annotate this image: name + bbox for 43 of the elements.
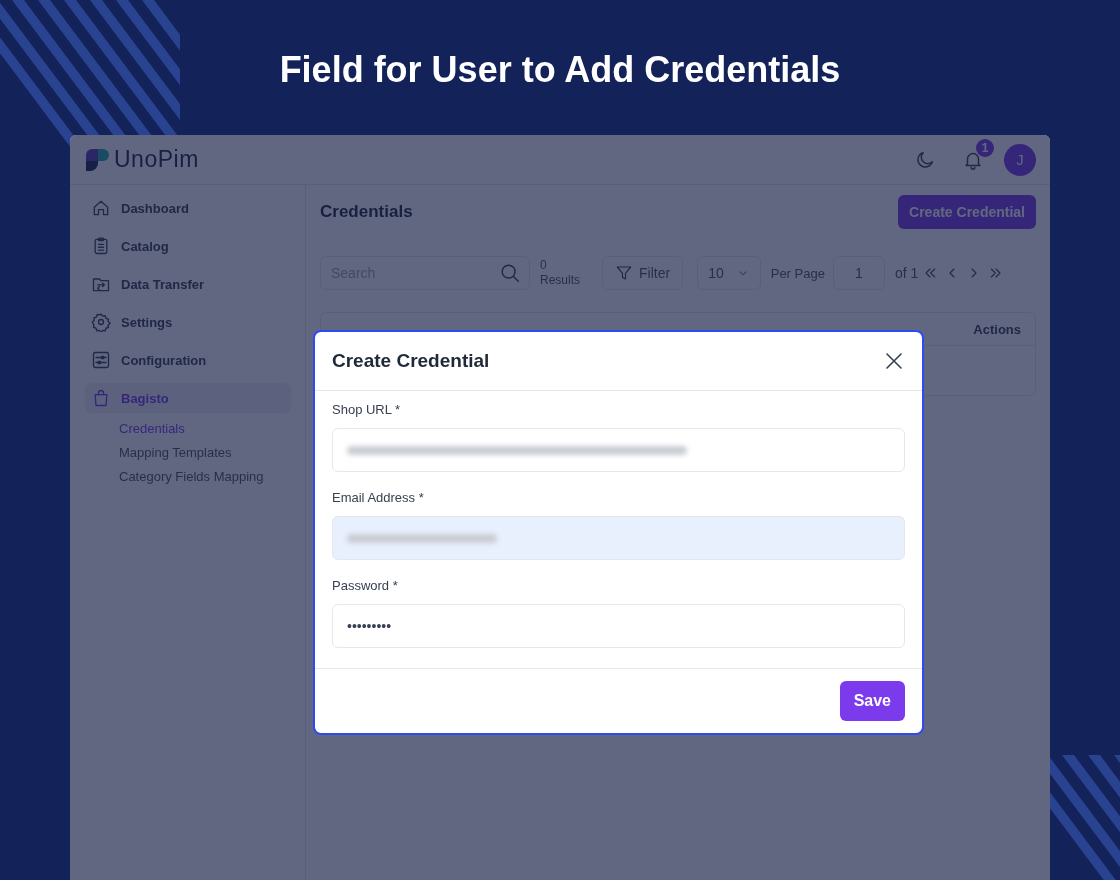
sidebar-item[interactable]: Data Transfer bbox=[85, 269, 291, 299]
results-count: 0 bbox=[540, 258, 548, 273]
notification-badge: 1 bbox=[976, 138, 994, 157]
sidebar-item[interactable]: Dashboard bbox=[85, 193, 291, 223]
sidebar-item-label: Bagisto bbox=[121, 390, 169, 406]
submenu-item[interactable]: Mapping Templates bbox=[85, 441, 291, 465]
field-label: Password * bbox=[332, 577, 399, 595]
page-total: of 1 bbox=[894, 265, 919, 281]
field-label: Shop URL * bbox=[332, 401, 402, 419]
per-page-label: Per Page bbox=[770, 265, 825, 281]
page-title: Credentials bbox=[320, 202, 413, 222]
sidebar-item-label: Catalog bbox=[121, 238, 169, 254]
submenu-item[interactable]: Category Fields Mapping bbox=[85, 465, 291, 489]
input-field[interactable] bbox=[332, 516, 905, 560]
sliders-icon bbox=[91, 350, 111, 370]
save-button[interactable]: Save bbox=[839, 681, 905, 721]
sidebar-item-label: Configuration bbox=[121, 352, 207, 368]
sidebar-item[interactable]: Configuration bbox=[85, 345, 291, 375]
dialog-title: Create Credential bbox=[332, 350, 490, 372]
funnel-icon bbox=[615, 264, 633, 282]
logo-icon bbox=[84, 146, 110, 173]
input-field[interactable] bbox=[332, 428, 905, 472]
sidebar-item-label: Settings bbox=[121, 314, 173, 330]
filter-button[interactable]: Filter bbox=[602, 256, 684, 290]
sidebar-item[interactable]: Bagisto bbox=[85, 383, 291, 413]
sidebar-item-label: Data Transfer bbox=[121, 276, 205, 292]
sidebar-item-label: Dashboard bbox=[121, 200, 189, 216]
results-label: Results bbox=[540, 273, 580, 288]
submenu-item[interactable]: Credentials bbox=[85, 417, 291, 441]
create-button[interactable]: Create Credential bbox=[898, 195, 1036, 229]
sidebar-item[interactable]: Catalog bbox=[85, 231, 291, 261]
sidebar-item[interactable]: Settings bbox=[85, 307, 291, 337]
password-field[interactable]: ••••••••• bbox=[332, 604, 905, 648]
per-page-dropdown[interactable]: 10 bbox=[697, 256, 761, 290]
gear-icon bbox=[91, 312, 111, 332]
user-avatar[interactable]: J bbox=[1004, 143, 1036, 176]
logo-text: UnoPim bbox=[114, 146, 199, 173]
search-icon bbox=[499, 262, 521, 284]
page-heading: Field for User to Add Credentials bbox=[279, 48, 841, 92]
field-label: Email Address * bbox=[332, 489, 425, 507]
column-header: Actions bbox=[973, 321, 1021, 337]
page-number-field[interactable]: 1 bbox=[832, 256, 885, 290]
home-icon bbox=[91, 198, 111, 218]
